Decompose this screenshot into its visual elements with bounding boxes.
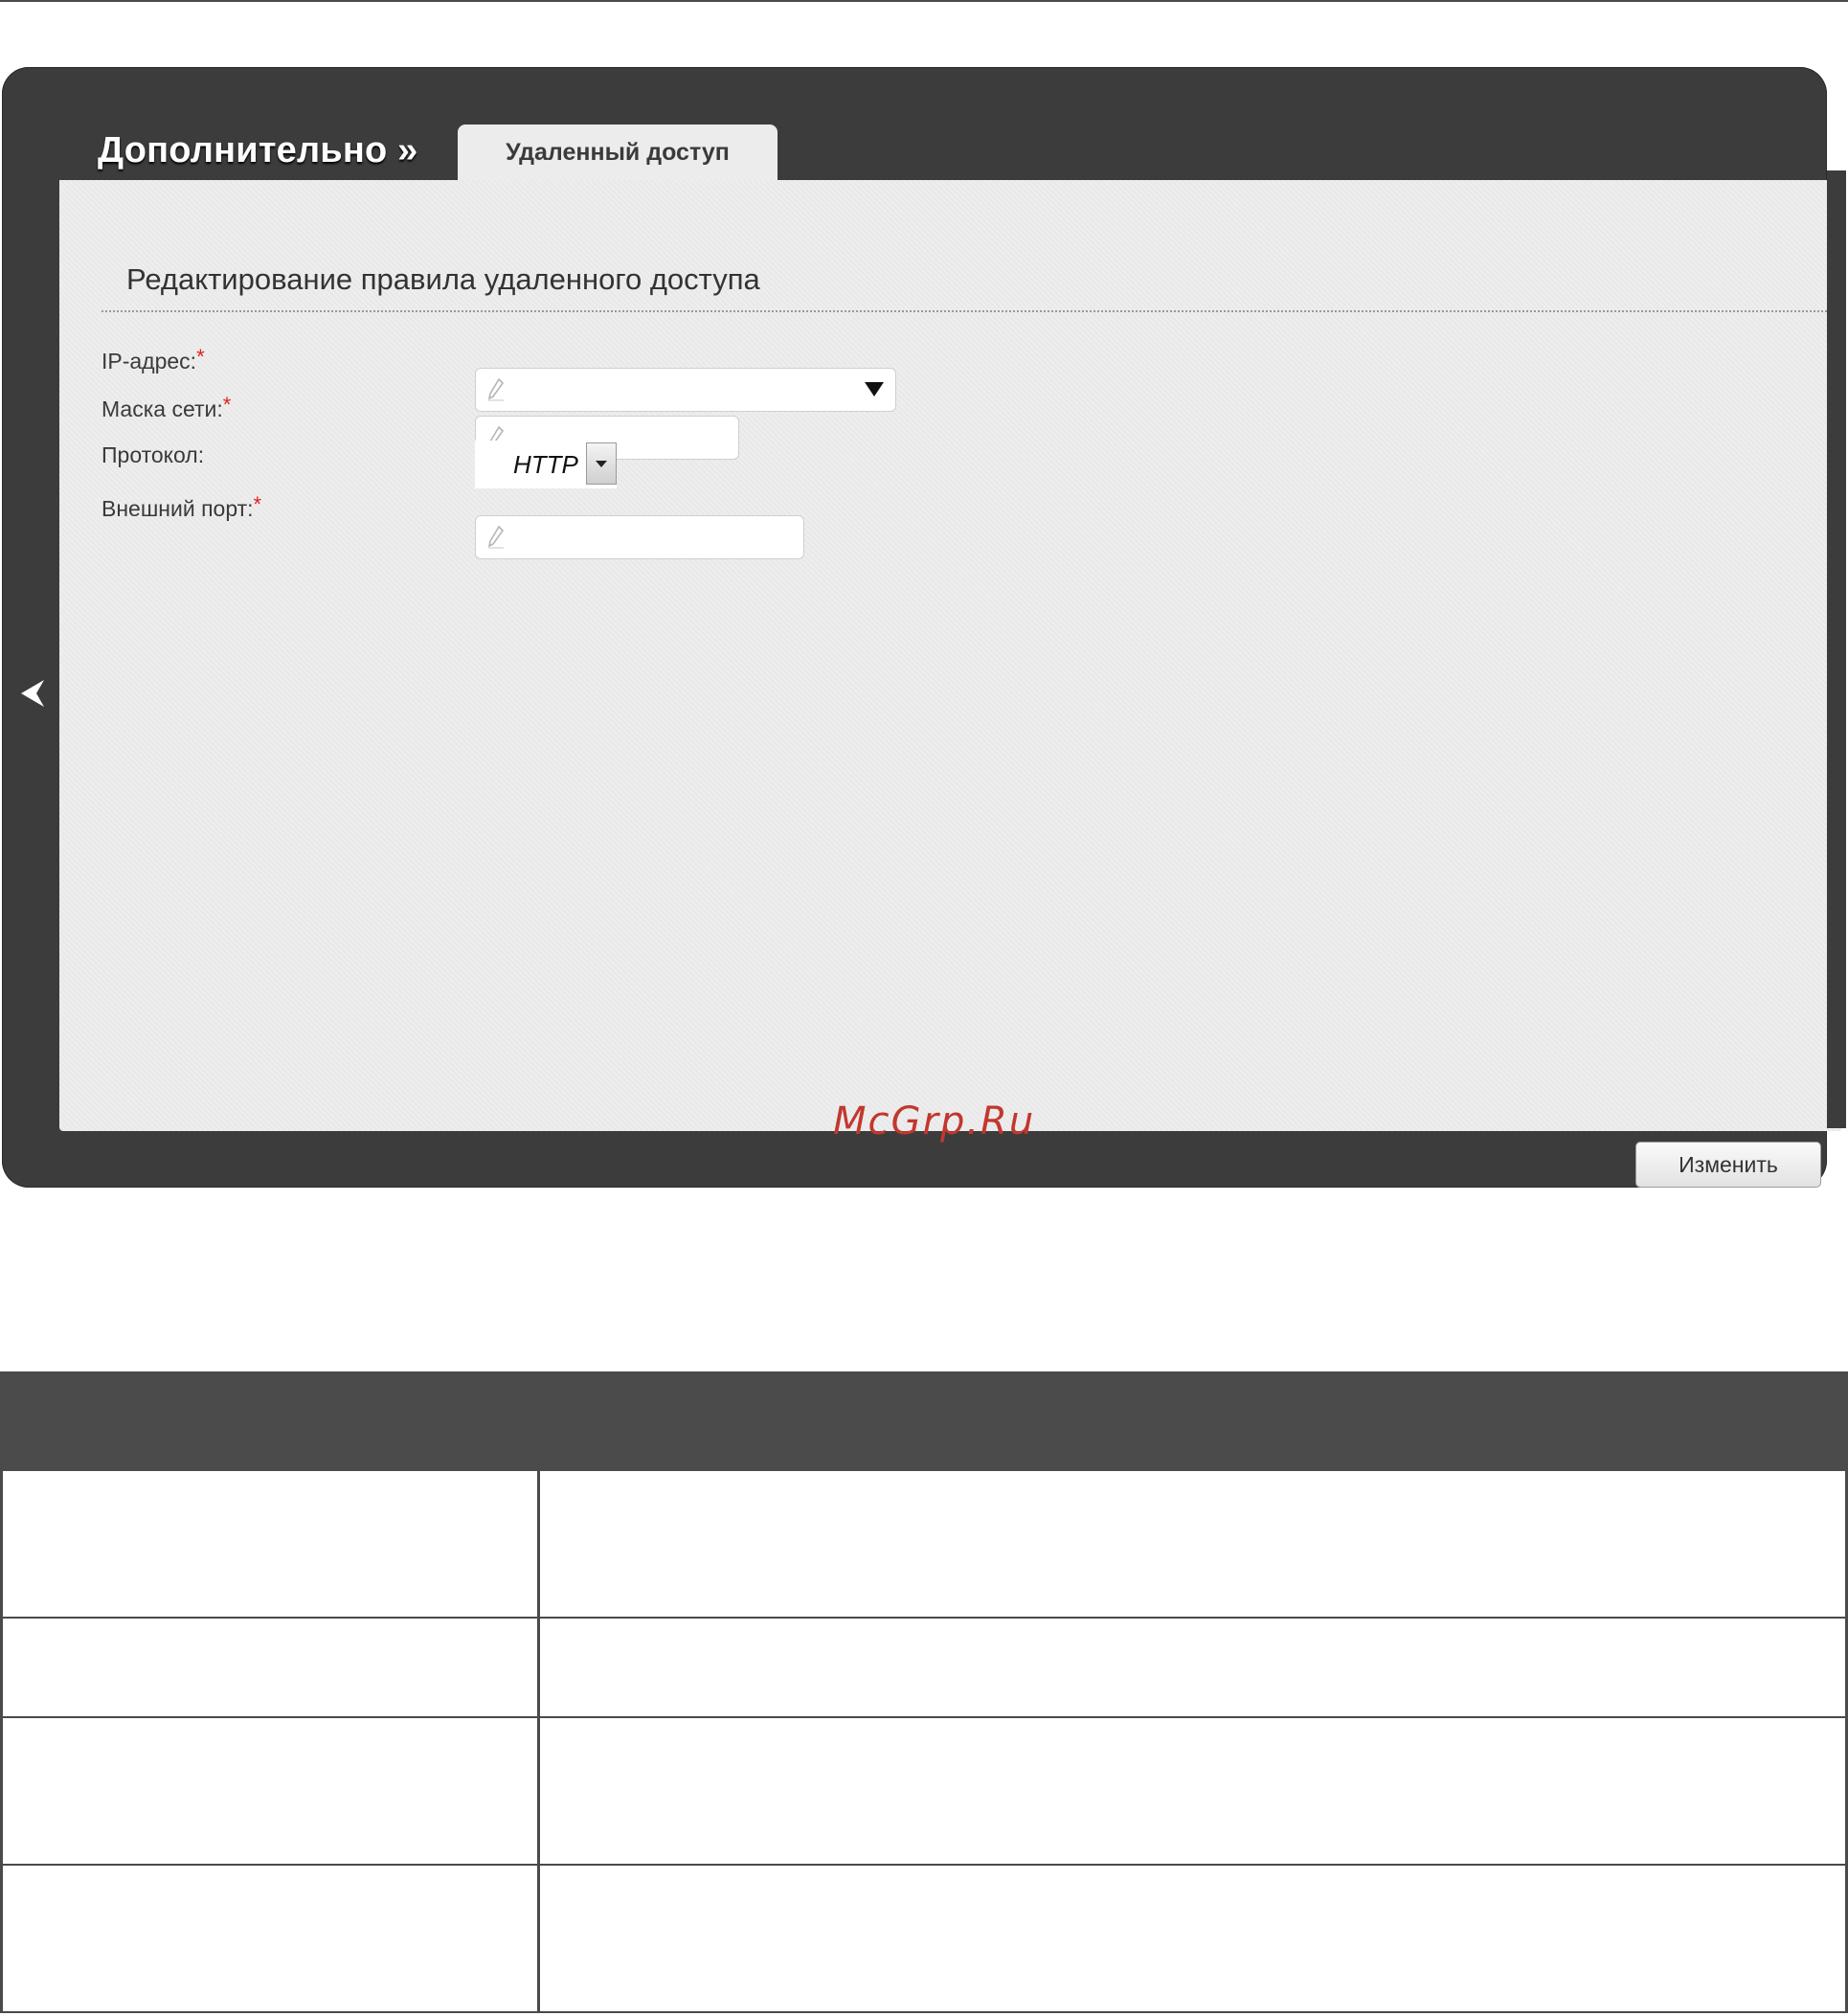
protocol-dropdown-button[interactable] [586,442,617,485]
caret-down-icon [596,460,607,467]
table-cell-description [540,1866,1848,2011]
table-row [0,1471,1848,1619]
external-port-field[interactable] [475,515,804,559]
ui-shell: Дополнительно » Удаленный доступ Редакти… [2,67,1842,1188]
change-button[interactable]: Изменить [1635,1142,1821,1188]
table-cell-name [0,1718,540,1864]
table-header [0,1371,1848,1471]
chevron-left-icon[interactable] [15,676,48,711]
divider [101,310,1827,312]
table-cell-name [0,1471,540,1617]
table-cell-description [540,1718,1848,1864]
section-title[interactable]: Дополнительно » [98,130,418,171]
watermark: McGrp.Ru [833,1099,1036,1144]
protocol-label: Протокол: [101,442,205,467]
top-rule [0,0,1848,2]
router-ui-screenshot: Дополнительно » Удаленный доступ Редакти… [0,63,1848,1196]
table-cell-name [0,1619,540,1716]
external-port-label: Внешний порт:* [101,492,262,521]
triangle-down-icon[interactable] [865,382,884,396]
table-row [0,1866,1848,2013]
required-marker: * [196,345,205,369]
table-cell-description [540,1619,1848,1716]
pencil-icon [487,525,505,549]
required-marker: * [222,393,232,417]
ip-address-label: IP-адрес:* [101,345,205,374]
protocol-select[interactable]: HTTP [475,441,617,488]
tab-remote-access[interactable]: Удаленный доступ [458,125,778,180]
protocol-value: HTTP [513,449,578,479]
table-row [0,1718,1848,1866]
shell-edge [1827,170,1846,1128]
ip-address-combo[interactable] [475,368,896,412]
table-row [0,1619,1848,1718]
required-marker: * [253,492,262,516]
netmask-label: Маска сети:* [101,393,232,421]
content-panel: Редактирование правила удаленного доступ… [59,180,1842,1188]
table-cell-name [0,1866,540,2011]
table-cell-description [540,1471,1848,1617]
document-page: Дополнительно » Удаленный доступ Редакти… [0,0,1848,2016]
pencil-icon [487,377,505,401]
parameter-table [0,1371,1848,2013]
page-title: Редактирование правила удаленного доступ… [126,262,760,296]
